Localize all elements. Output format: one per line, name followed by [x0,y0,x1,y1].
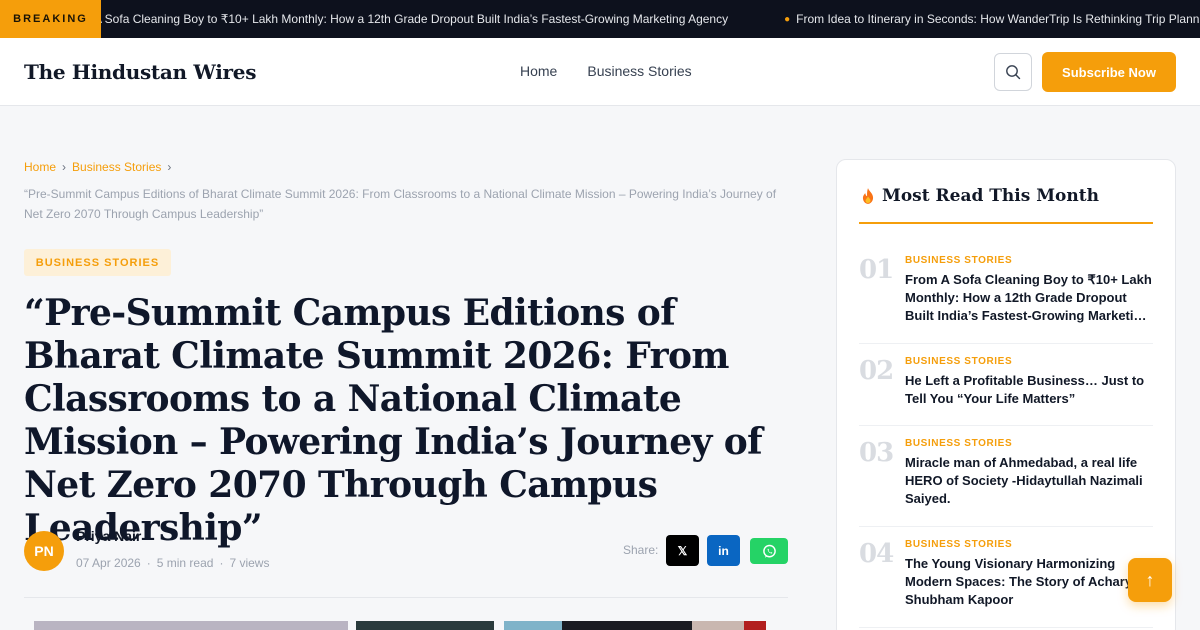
ticker-track: A Sofa Cleaning Boy to ₹10+ Lakh Monthly… [94,0,1200,38]
share-whatsapp-button[interactable] [750,538,788,564]
most-read-item[interactable]: 01 BUSINESS STORIES From A Sofa Cleaning… [859,255,1153,344]
nav-link-home[interactable]: Home [520,63,557,79]
divider [24,597,788,598]
breadcrumb-home[interactable]: Home [24,160,56,174]
search-icon [1006,65,1021,80]
ticker-item-text[interactable]: From Idea to Itinerary in Seconds: How W… [796,12,1200,26]
most-read-item[interactable]: 04 BUSINESS STORIES The Young Visionary … [859,539,1153,628]
article-title: “Pre-Summit Campus Editions of Bharat Cl… [24,292,763,549]
sidebar-title-text: Most Read This Month [882,186,1099,206]
sidebar-title-underline [859,222,1153,224]
ticker-item[interactable]: ● From Idea to Itinerary in Seconds: How… [784,12,1200,26]
avatar: PN [24,531,64,571]
publish-date: 07 Apr 2026 [76,556,141,570]
ticker-item[interactable]: A Sofa Cleaning Boy to ₹10+ Lakh Monthly… [94,12,728,26]
breadcrumb-current: “Pre-Summit Campus Editions of Bharat Cl… [24,187,777,221]
fire-icon [862,188,874,204]
item-category[interactable]: BUSINESS STORIES [905,539,1012,550]
item-title[interactable]: He Left a Profitable Business… Just to T… [905,372,1155,408]
chevron-right-icon: › [167,160,172,174]
rank-number: 02 [859,356,894,386]
item-title[interactable]: Miracle man of Ahmedabad, a real life HE… [905,454,1155,508]
item-category[interactable]: BUSINESS STORIES [905,438,1012,449]
rank-number: 04 [859,539,894,569]
article-hero-image [34,621,778,630]
view-count: 7 views [229,556,270,570]
most-read-sidebar: Most Read This Month 01 BUSINESS STORIES… [836,159,1176,630]
item-title[interactable]: The Young Visionary Harmonizing Modern S… [905,555,1155,609]
item-category[interactable]: BUSINESS STORIES [905,356,1012,367]
x-icon: 𝕏 [677,543,688,558]
back-to-top-button[interactable]: ↑ [1128,558,1172,602]
breaking-badge: BREAKING [0,0,101,38]
article-meta: 07 Apr 2026 · 5 min read · 7 views [76,556,269,570]
breadcrumb-business-stories[interactable]: Business Stories [72,160,161,174]
arrow-up-icon: ↑ [1145,569,1155,590]
most-read-item[interactable]: 03 BUSINESS STORIES Miracle man of Ahmed… [859,438,1153,527]
share-x-button[interactable]: 𝕏 [666,535,699,566]
category-badge[interactable]: BUSINESS STORIES [24,249,171,276]
nav-link-business-stories[interactable]: Business Stories [587,63,691,79]
most-read-item[interactable]: 02 BUSINESS STORIES He Left a Profitable… [859,356,1153,426]
meta-separator: · [146,556,151,570]
breaking-news-ticker: BREAKING A Sofa Cleaning Boy to ₹10+ Lak… [0,0,1200,38]
author-name[interactable]: Priya Nair [76,528,141,544]
share-label: Share: [623,543,659,557]
main-nav: Home Business Stories [520,63,692,79]
search-button[interactable] [994,53,1032,91]
meta-separator: · [219,556,224,570]
rank-number: 03 [859,438,894,468]
subscribe-button[interactable]: Subscribe Now [1042,52,1176,92]
bullet-dot-icon: ● [784,13,791,25]
chevron-right-icon: › [62,160,67,174]
rank-number: 01 [859,255,894,285]
read-time: 5 min read [156,556,214,570]
linkedin-icon: in [718,543,729,558]
breadcrumb: Home › Business Stories › [24,160,171,174]
site-header: The Hindustan Wires Home Business Storie… [0,38,1200,106]
sidebar-title: Most Read This Month [859,186,1099,206]
item-category[interactable]: BUSINESS STORIES [905,255,1012,266]
site-logo[interactable]: The Hindustan Wires [24,60,256,84]
share-linkedin-button[interactable]: in [707,535,740,566]
whatsapp-icon [762,544,776,558]
ticker-item-text[interactable]: A Sofa Cleaning Boy to ₹10+ Lakh Monthly… [94,12,728,26]
item-title[interactable]: From A Sofa Cleaning Boy to ₹10+ Lakh Mo… [905,271,1155,325]
